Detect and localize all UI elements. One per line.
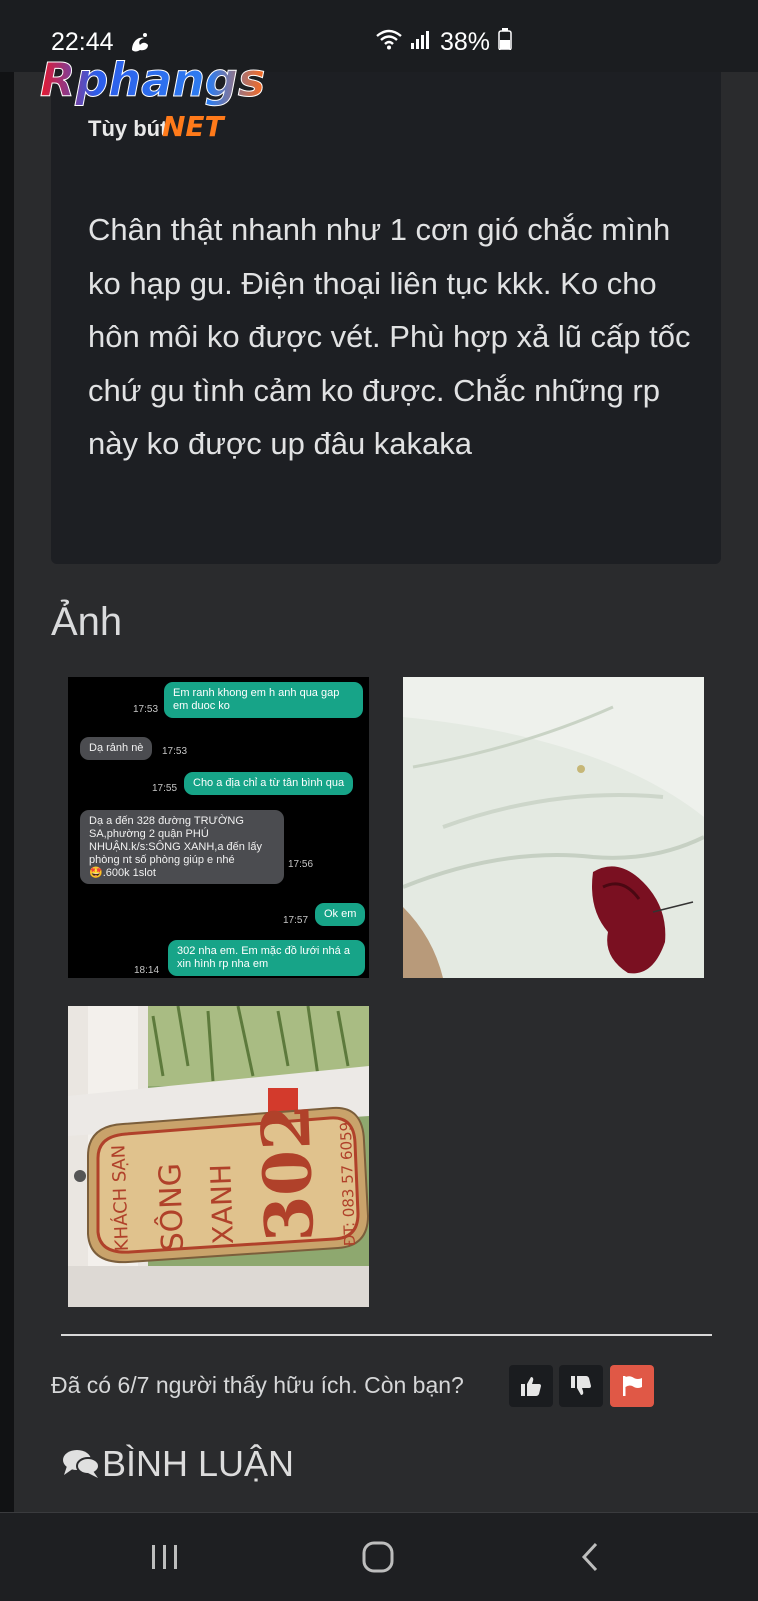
chat-time: 17:53 — [133, 704, 159, 715]
key-tag-room: 302 — [246, 1103, 329, 1243]
status-indicators: 38% — [376, 28, 512, 57]
chat-time: 18:14 — [134, 965, 160, 976]
recent-apps-icon — [152, 1545, 177, 1569]
home-button[interactable] — [333, 1513, 423, 1601]
left-edge — [0, 72, 14, 1512]
thumbs-up-icon — [521, 1377, 541, 1396]
status-time: 22:44 — [51, 28, 114, 56]
chat-message: Dạ a đến 328 đường TRƯỜNG SA,phường 2 qu… — [80, 810, 284, 884]
chat-time: 17:57 — [283, 915, 309, 926]
battery-percent: 38% — [440, 28, 491, 56]
bedsheet-image — [403, 677, 704, 978]
chat-time: 17:55 — [152, 783, 178, 794]
comments-icon — [63, 1450, 100, 1478]
chat-time: 17:53 — [162, 746, 188, 757]
thumbs-down-icon — [571, 1376, 591, 1395]
battery-icon — [498, 28, 512, 57]
flag-icon — [623, 1376, 642, 1396]
chat-message: 302 nha em. Em mặc đồ lưới nhá a xin hìn… — [168, 940, 365, 976]
comments-title: BÌNH LUẬN — [102, 1443, 295, 1484]
comments-heading: BÌNH LUẬN — [62, 1443, 294, 1485]
thumbs-down-button[interactable] — [559, 1365, 603, 1407]
uc-browser-icon — [128, 30, 152, 59]
signal-icon — [410, 28, 432, 57]
helpful-count-text: Đã có 6/7 người thấy hữu ích. Còn bạn? — [51, 1372, 464, 1398]
room-key-photo[interactable]: KHÁCH SẠN SÔNG XANH 302 ĐT: 083 57 6059 — [68, 1006, 369, 1307]
chat-time: 17:56 — [288, 859, 314, 870]
chat-message: Cho a địa chỉ a từ tân bình qua — [184, 772, 354, 795]
back-icon — [581, 1542, 598, 1572]
home-icon — [362, 1541, 394, 1573]
recent-apps-button[interactable] — [120, 1513, 210, 1601]
chat-message: Em ranh khong em h anh qua gap em duoc k… — [164, 682, 363, 718]
divider — [61, 1334, 712, 1336]
room-key-image: KHÁCH SẠN SÔNG XANH 302 ĐT: 083 57 6059 — [68, 1006, 369, 1307]
chat-message: Dạ rảnh nè — [80, 737, 153, 760]
wifi-icon — [376, 28, 402, 57]
logo-main: Rphangs — [40, 56, 265, 107]
rphangs-logo: Rphangs NET — [40, 56, 266, 142]
key-tag-line3: XANH — [204, 1163, 240, 1244]
back-button[interactable] — [545, 1513, 635, 1601]
review-card: Tùy bút Chân thật nhanh như 1 cơn gió ch… — [51, 72, 721, 564]
chat-screenshot-photo[interactable]: Em ranh khong em h anh qua gap em duoc k… — [68, 677, 369, 978]
report-button[interactable] — [610, 1365, 654, 1407]
bedsheet-photo[interactable] — [403, 677, 704, 978]
key-tag-line1: KHÁCH SẠN — [107, 1145, 133, 1252]
chat-message: Ok em — [315, 903, 366, 926]
thumbs-up-button[interactable] — [509, 1365, 553, 1407]
photos-title: Ảnh — [51, 600, 123, 644]
review-body: Chân thật nhanh như 1 cơn gió chắc mình … — [88, 212, 691, 461]
system-nav-bar — [0, 1512, 758, 1601]
key-tag-line2: SÔNG — [151, 1162, 191, 1252]
logo-sub: NET — [162, 110, 226, 142]
